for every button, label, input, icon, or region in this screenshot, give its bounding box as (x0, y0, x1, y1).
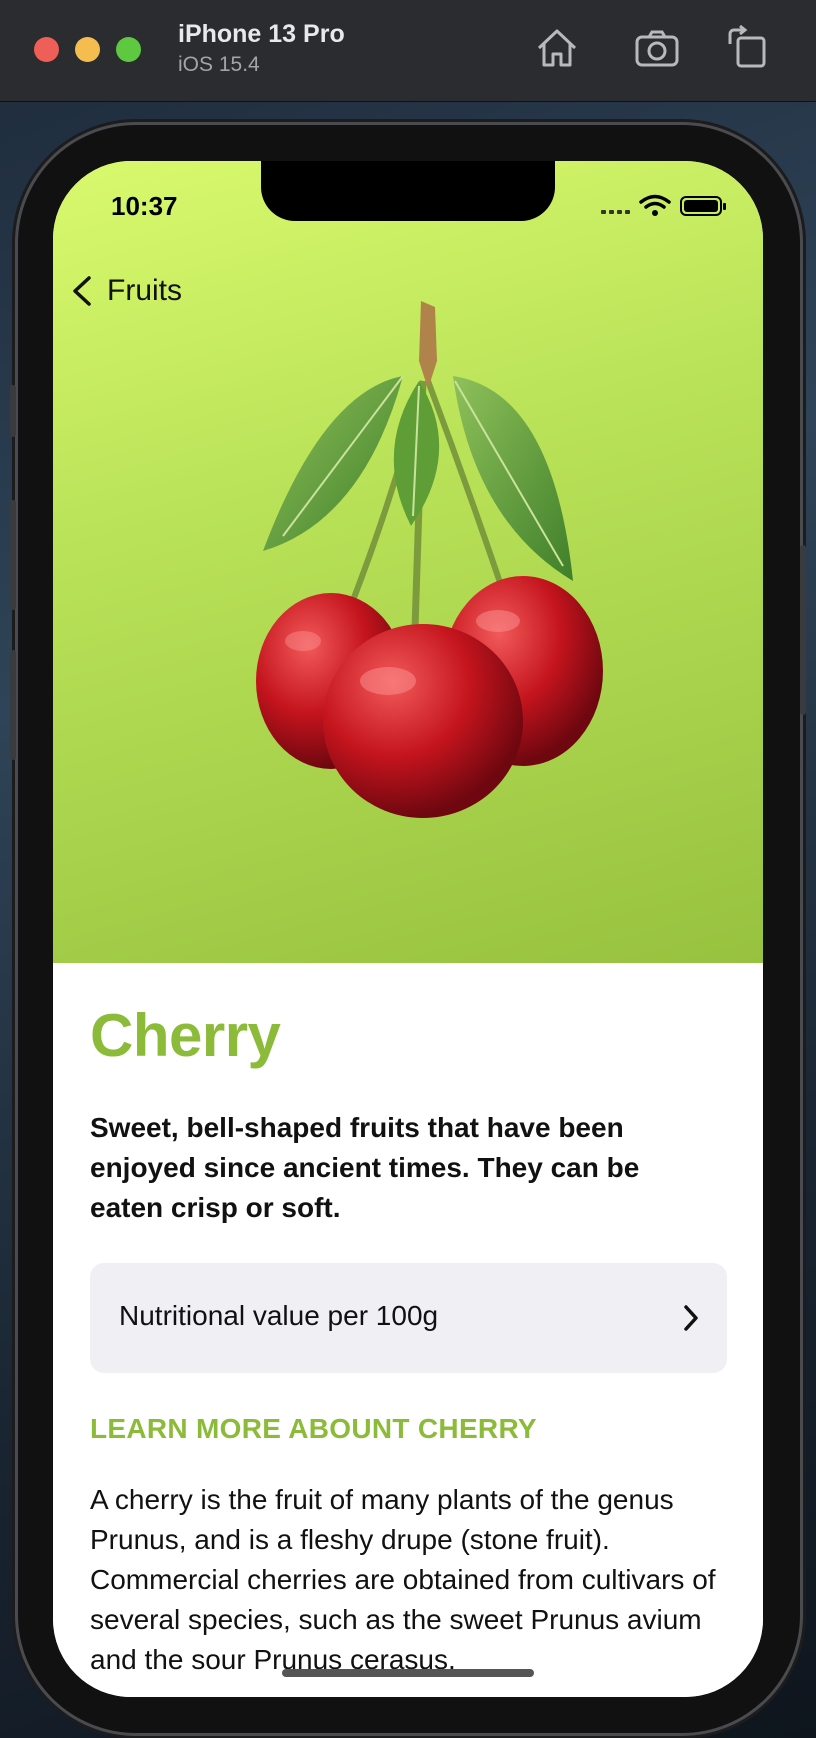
back-button-label: Fruits (107, 274, 182, 307)
rotate-icon[interactable] (724, 24, 772, 72)
os-version: iOS 15.4 (178, 53, 260, 76)
nutrition-row[interactable]: Nutritional value per 100g (90, 1263, 727, 1373)
signal-icon (601, 210, 630, 214)
wifi-icon (639, 194, 671, 209)
close-window-button[interactable] (34, 37, 59, 62)
app-screen: 10:37 Fruits Cherry Sweet, bell-shaped f… (53, 161, 763, 1697)
screenshot-icon[interactable] (633, 24, 681, 72)
back-button[interactable]: Fruits (67, 267, 182, 315)
hero-header: 10:37 Fruits (53, 161, 763, 963)
status-icons (601, 194, 726, 216)
minimize-window-button[interactable] (75, 37, 100, 62)
cherry-image (256, 301, 603, 818)
volume-down-button (10, 650, 16, 760)
chevron-right-icon (684, 1305, 698, 1331)
fruit-headline: Sweet, bell-shaped fruits that have been… (90, 1112, 640, 1223)
battery-icon (680, 196, 726, 216)
home-indicator[interactable] (282, 1669, 534, 1677)
power-button (800, 545, 806, 715)
notch (261, 161, 555, 221)
fruit-description: A cherry is the fruit of many plants of … (90, 1484, 716, 1675)
device-name: iPhone 13 Pro (178, 20, 345, 48)
simulator-toolbar: iPhone 13 Pro iOS 15.4 (0, 0, 816, 102)
chevron-left-icon (73, 276, 91, 306)
mute-switch (10, 385, 16, 437)
home-icon[interactable] (533, 24, 581, 72)
volume-up-button (10, 500, 16, 610)
zoom-window-button[interactable] (116, 37, 141, 62)
learn-more-heading: LEARN MORE ABOUNT CHERRY (90, 1413, 537, 1444)
fruit-title: Cherry (90, 1002, 281, 1069)
nutrition-row-label: Nutritional value per 100g (119, 1300, 439, 1331)
detail-content: Cherry Sweet, bell-shaped fruits that ha… (53, 963, 763, 1697)
status-time: 10:37 (111, 191, 178, 221)
